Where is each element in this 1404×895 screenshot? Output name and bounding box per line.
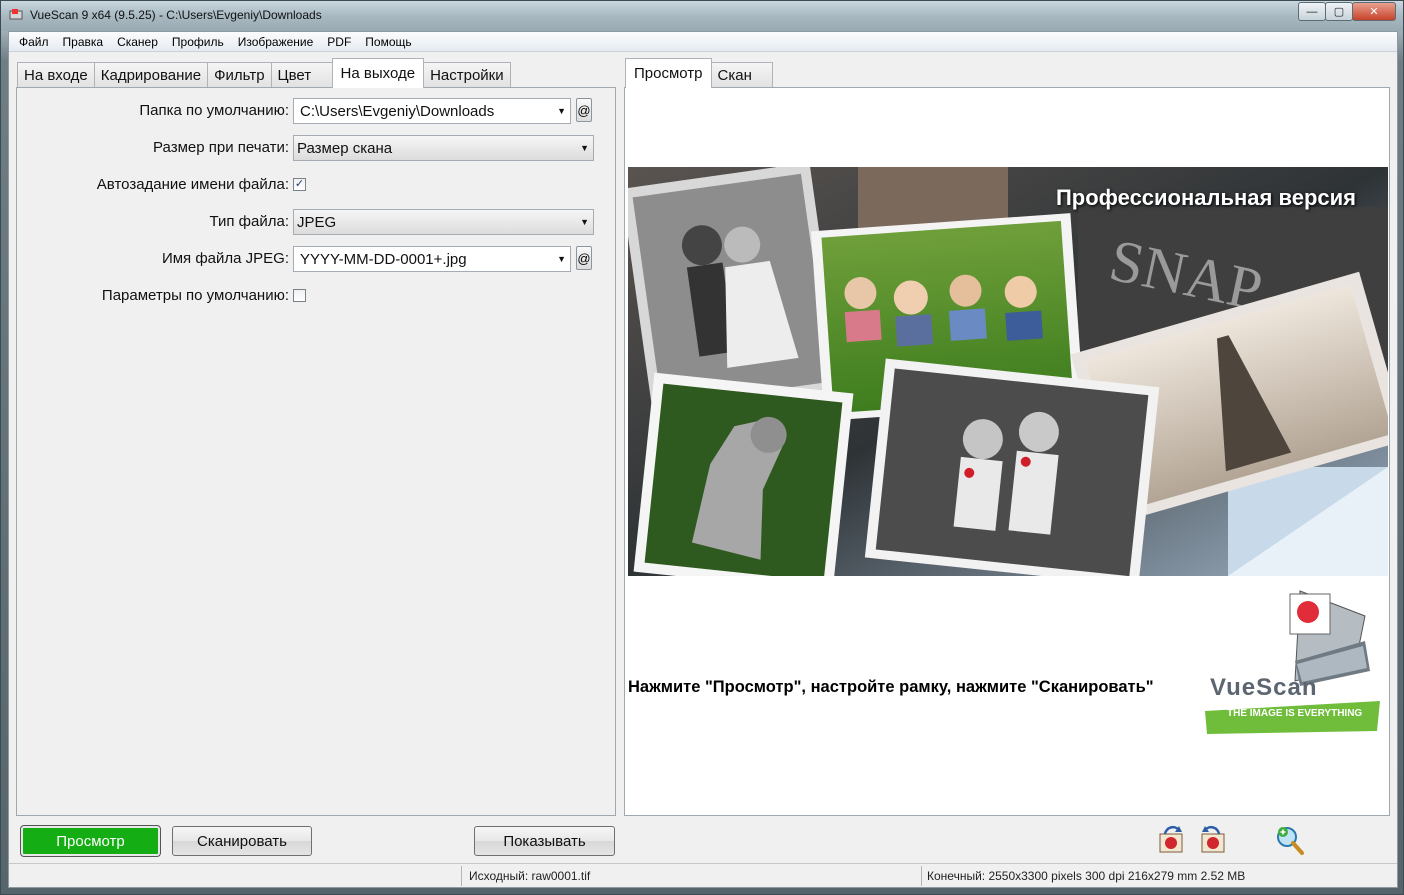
close-button[interactable]: ✕ [1352,2,1396,21]
file-type-value: JPEG [297,213,337,231]
jpeg-filename-row: Имя файла JPEG: YYYY-MM-DD-0001+.jpg ▼ @ [17,246,615,272]
email-filename-button[interactable]: @ [576,246,592,270]
jpeg-filename-label: Имя файла JPEG: [161,250,289,267]
status-divider [921,866,922,886]
email-folder-button[interactable]: @ [576,98,592,122]
chevron-down-icon: ▼ [557,106,566,116]
menu-file[interactable]: Файл [12,35,56,49]
minimize-button[interactable]: — [1298,2,1326,21]
default-folder-combo[interactable]: C:\Users\Evgeniy\Downloads ▼ [293,98,571,124]
defaults-label: Параметры по умолчанию: [101,287,289,304]
menu-pdf[interactable]: PDF [320,35,358,49]
title-bar[interactable]: VueScan 9 x64 (9.5.25) - C:\Users\Evgeni… [1,1,1403,31]
app-window: VueScan 9 x64 (9.5.25) - C:\Users\Evgeni… [0,0,1404,895]
auto-filename-checkbox[interactable]: ✓ [293,178,306,191]
vuescan-app-icon [9,9,23,20]
status-bar: Исходный: raw0001.tif Конечный: 2550x330… [9,863,1397,887]
banner-title: Профессиональная версия [1055,185,1356,210]
zoom-in-icon[interactable] [1275,824,1305,856]
file-type-label: Тип файла: [209,213,290,230]
tab-scan[interactable]: Скан [710,62,773,88]
menu-profile[interactable]: Профиль [165,35,231,49]
tab-settings[interactable]: Настройки [423,62,511,88]
logo-tagline: THE IMAGE IS EVERYTHING [1227,708,1363,719]
tab-preview[interactable]: Просмотр [625,58,712,88]
menu-edit[interactable]: Правка [56,35,111,49]
chevron-down-icon: ▼ [557,254,566,264]
right-tab-strip: Просмотр Скан [625,58,773,88]
default-folder-row: Папка по умолчанию: C:\Users\Evgeniy\Dow… [17,98,615,124]
tab-input[interactable]: На входе [17,62,95,88]
print-size-select[interactable]: Размер скана ▼ [293,135,594,161]
status-output: Конечный: 2550x3300 pixels 300 dpi 216x2… [927,869,1246,883]
jpeg-filename-value: YYYY-MM-DD-0001+.jpg [300,250,467,268]
jpeg-filename-combo[interactable]: YYYY-MM-DD-0001+.jpg ▼ [293,246,571,272]
menu-bar: Файл Правка Сканер Профиль Изображение P… [9,32,1397,52]
tab-output[interactable]: На выходе [331,58,425,88]
output-settings-panel: Папка по умолчанию: C:\Users\Evgeniy\Dow… [16,87,616,816]
status-divider [461,866,462,886]
defaults-checkbox[interactable] [293,289,306,302]
auto-filename-label: Автозадание имени файла: [96,176,289,193]
maximize-button[interactable]: ▢ [1325,2,1353,21]
menu-image[interactable]: Изображение [231,35,321,49]
logo-wordmark: VueScan [1210,674,1318,701]
professional-edition-banner: SNAP Профессиональная версия [628,167,1388,576]
default-folder-value: C:\Users\Evgeniy\Downloads [300,102,495,120]
menu-help[interactable]: Помощь [358,35,418,49]
preview-hint-text: Нажмите "Просмотр", настройте рамку, наж… [628,678,1154,696]
rotate-left-icon[interactable] [1157,824,1187,856]
vuescan-logo: VueScan THE IMAGE IS EVERYTHING [1195,586,1385,736]
defaults-row: Параметры по умолчанию: [17,283,615,309]
chevron-down-icon: ▼ [580,217,589,227]
window-title: VueScan 9 x64 (9.5.25) - C:\Users\Evgeni… [30,8,322,22]
banner-collage-image: SNAP [628,167,1388,576]
preview-area[interactable]: SNAP Профессиональная версия Нажмите "Пр… [624,87,1390,816]
menu-scanner[interactable]: Сканер [110,35,165,49]
left-tab-strip: На входе Кадрирование Фильтр Цвет На вых… [17,58,511,88]
scan-button[interactable]: Сканировать [172,826,312,856]
tab-color[interactable]: Цвет [270,62,333,88]
auto-filename-row: Автозадание имени файла: ✓ [17,172,615,198]
rotate-right-icon[interactable] [1197,824,1227,856]
print-size-row: Размер при печати: Размер скана ▼ [17,135,615,161]
print-size-value: Размер скана [297,139,393,157]
chevron-down-icon: ▼ [580,143,589,153]
tab-filter[interactable]: Фильтр [207,62,272,88]
tab-crop[interactable]: Кадрирование [93,62,209,88]
status-source: Исходный: raw0001.tif [469,869,591,883]
file-type-row: Тип файла: JPEG ▼ [17,209,615,235]
show-button[interactable]: Показывать [474,826,615,856]
client-area: Файл Правка Сканер Профиль Изображение P… [8,31,1398,888]
preview-button[interactable]: Просмотр [20,825,161,857]
default-folder-label: Папка по умолчанию: [139,102,289,119]
file-type-select[interactable]: JPEG ▼ [293,209,594,235]
print-size-label: Размер при печати: [153,139,289,156]
